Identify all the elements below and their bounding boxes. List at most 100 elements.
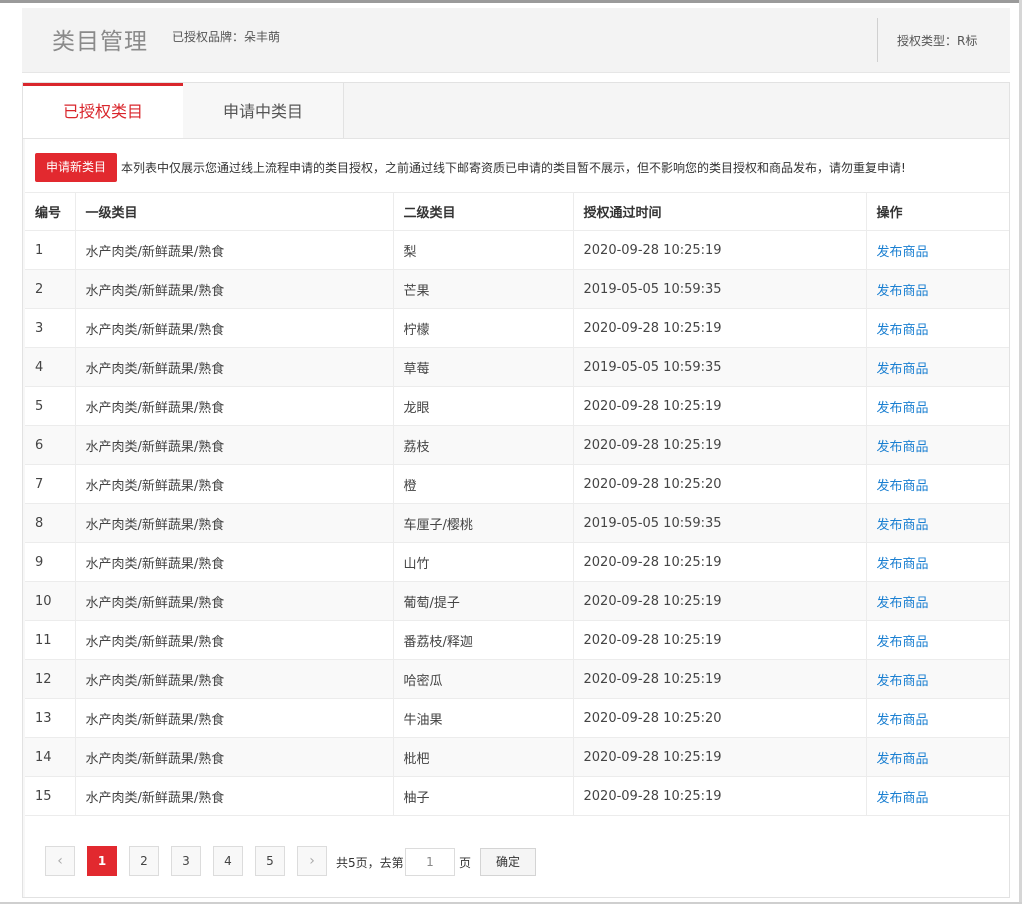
cell-level2: 番荔枝/释迦 — [392, 620, 573, 660]
cell-action: 发布商品 — [865, 542, 1009, 582]
cell-time: 2020-09-28 10:25:20 — [572, 698, 866, 738]
cell-time: 2020-09-28 10:25:19 — [572, 308, 866, 348]
page-title: 类目管理 — [52, 29, 148, 55]
authorization-type: 授权类型：R标 — [897, 34, 978, 48]
table-row: 10 水产肉类/新鲜蔬果/熟食 葡萄/提子 2020-09-28 10:25:19 发布… — [25, 581, 1009, 621]
cell-level2: 哈密瓜 — [392, 659, 573, 699]
cell-action: 发布商品 — [865, 425, 1009, 465]
authorized-brand: 已授权品牌：朵丰萌 — [172, 30, 281, 44]
table-row: 4 水产肉类/新鲜蔬果/熟食 草莓 2019-05-05 10:59:35 发布商品 — [25, 347, 1009, 387]
cell-level1: 水产肉类/新鲜蔬果/熟食 — [74, 425, 393, 465]
goto-page-input[interactable] — [405, 848, 455, 876]
column-header-time: 授权通过时间 — [572, 192, 866, 231]
page-1-button[interactable]: 1 — [87, 846, 117, 876]
notice-bar: 申请新类目 本列表中仅展示您通过线上流程申请的类目授权，之前通过线下邮寄资质已申… — [35, 153, 1005, 183]
publish-product-link[interactable]: 发布商品 — [877, 635, 929, 650]
cell-level2: 荔枝 — [392, 425, 573, 465]
publish-product-link[interactable]: 发布商品 — [877, 713, 929, 728]
publish-product-link[interactable]: 发布商品 — [877, 440, 929, 455]
cell-level1: 水产肉类/新鲜蔬果/熟食 — [74, 347, 393, 387]
column-header-level1: 一级类目 — [74, 192, 393, 231]
tab-pending-categories[interactable]: 申请中类目 — [183, 83, 344, 138]
publish-product-link[interactable]: 发布商品 — [877, 323, 929, 338]
top-border — [0, 0, 1022, 3]
confirm-button[interactable]: 确定 — [480, 848, 536, 876]
table-row: 14 水产肉类/新鲜蔬果/熟食 枇杷 2020-09-28 10:25:19 发布商品 — [25, 737, 1009, 777]
page-5-button[interactable]: 5 — [255, 846, 285, 876]
publish-product-link[interactable]: 发布商品 — [877, 791, 929, 806]
cell-action: 发布商品 — [865, 659, 1009, 699]
cell-action: 发布商品 — [865, 386, 1009, 426]
cell-level2: 柚子 — [392, 776, 573, 816]
cell-level1: 水产肉类/新鲜蔬果/熟食 — [74, 230, 393, 270]
cell-level2: 葡萄/提子 — [392, 581, 573, 621]
cell-id: 6 — [25, 425, 75, 465]
cell-level1: 水产肉类/新鲜蔬果/熟食 — [74, 503, 393, 543]
publish-product-link[interactable]: 发布商品 — [877, 479, 929, 494]
apply-new-category-button[interactable]: 申请新类目 — [35, 153, 117, 182]
table-row: 2 水产肉类/新鲜蔬果/熟食 芒果 2019-05-05 10:59:35 发布商品 — [25, 269, 1009, 309]
publish-product-link[interactable]: 发布商品 — [877, 752, 929, 767]
publish-product-link[interactable]: 发布商品 — [877, 674, 929, 689]
category-table: 编号 一级类目 二级类目 授权通过时间 操作 1 水产肉类/新鲜蔬果/熟食梨 202… — [25, 192, 1009, 816]
chevron-right-icon[interactable]: › — [297, 846, 327, 876]
cell-level1: 水产肉类/新鲜蔬果/熟食 — [74, 308, 393, 348]
publish-product-link[interactable]: 发布商品 — [877, 518, 929, 533]
cell-id: 9 — [25, 542, 75, 582]
cell-level2: 枇杷 — [392, 737, 573, 777]
cell-level2: 柠檬 — [392, 308, 573, 348]
tab-authorized-categories[interactable]: 已授权类目 — [23, 83, 183, 138]
cell-id: 3 — [25, 308, 75, 348]
cell-level2: 芒果 — [392, 269, 573, 309]
cell-level2: 山竹 — [392, 542, 573, 582]
table-row: 5 水产肉类/新鲜蔬果/熟食 龙眼 2020-09-28 10:25:19 发布商品 — [25, 386, 1009, 426]
cell-id: 12 — [25, 659, 75, 699]
cell-level1: 水产肉类/新鲜蔬果/熟食 — [74, 737, 393, 777]
cell-id: 7 — [25, 464, 75, 504]
cell-time: 2020-09-28 10:25:19 — [572, 659, 866, 699]
cell-id: 2 — [25, 269, 75, 309]
chevron-left-icon[interactable]: ‹ — [45, 846, 75, 876]
cell-action: 发布商品 — [865, 776, 1009, 816]
tab-bar: 已授权类目 申请中类目 — [23, 83, 1009, 139]
table-row: 1 水产肉类/新鲜蔬果/熟食梨 2020-09-28 10:25:19 发布商品 — [25, 230, 1009, 270]
publish-product-link[interactable]: 发布商品 — [877, 401, 929, 416]
cell-id: 1 — [25, 230, 75, 270]
cell-level1: 水产肉类/新鲜蔬果/熟食 — [74, 776, 393, 816]
page-4-button[interactable]: 4 — [213, 846, 243, 876]
cell-time: 2020-09-28 10:25:19 — [572, 776, 866, 816]
tab-content: 申请新类目 本列表中仅展示您通过线上流程申请的类目授权，之前通过线下邮寄资质已申… — [25, 139, 1009, 897]
cell-level1: 水产肉类/新鲜蔬果/熟食 — [74, 620, 393, 660]
page-3-button[interactable]: 3 — [171, 846, 201, 876]
cell-time: 2019-05-05 10:59:35 — [572, 347, 866, 387]
table-row: 11 水产肉类/新鲜蔬果/熟食 番荔枝/释迦 2020-09-28 10:25:19 发… — [25, 620, 1009, 660]
table-row: 15 水产肉类/新鲜蔬果/熟食 柚子 2020-09-28 10:25:19 发布商品 — [25, 776, 1009, 816]
notice-text: 本列表中仅展示您通过线上流程申请的类目授权，之前通过线下邮寄资质已申请的类目暂不… — [121, 161, 906, 175]
column-header-level2: 二级类目 — [392, 192, 573, 231]
cell-id: 4 — [25, 347, 75, 387]
publish-product-link[interactable]: 发布商品 — [877, 362, 929, 377]
table-header-row: 编号 一级类目 二级类目 授权通过时间 操作 — [25, 192, 1009, 231]
cell-action: 发布商品 — [865, 698, 1009, 738]
cell-id: 11 — [25, 620, 75, 660]
publish-product-link[interactable]: 发布商品 — [877, 557, 929, 572]
cell-id: 10 — [25, 581, 75, 621]
cell-level1: 水产肉类/新鲜蔬果/熟食 — [74, 269, 393, 309]
cell-level2: 橙 — [392, 464, 573, 504]
page-suffix-text: 页 — [459, 856, 472, 870]
cell-id: 15 — [25, 776, 75, 816]
cell-level2: 梨 — [392, 230, 573, 270]
cell-level2: 草莓 — [392, 347, 573, 387]
cell-time: 2020-09-28 10:25:19 — [572, 581, 866, 621]
page-2-button[interactable]: 2 — [129, 846, 159, 876]
publish-product-link[interactable]: 发布商品 — [877, 245, 929, 260]
publish-product-link[interactable]: 发布商品 — [877, 284, 929, 299]
publish-product-link[interactable]: 发布商品 — [877, 596, 929, 611]
cell-action: 发布商品 — [865, 503, 1009, 543]
cell-action: 发布商品 — [865, 269, 1009, 309]
cell-level1: 水产肉类/新鲜蔬果/熟食 — [74, 659, 393, 699]
cell-level1: 水产肉类/新鲜蔬果/熟食 — [74, 698, 393, 738]
table-row: 9 水产肉类/新鲜蔬果/熟食 山竹 2020-09-28 10:25:19 发布商品 — [25, 542, 1009, 582]
column-header-id: 编号 — [25, 192, 75, 231]
table-row: 8 水产肉类/新鲜蔬果/熟食 车厘子/樱桃 2019-05-05 10:59:35 发布… — [25, 503, 1009, 543]
